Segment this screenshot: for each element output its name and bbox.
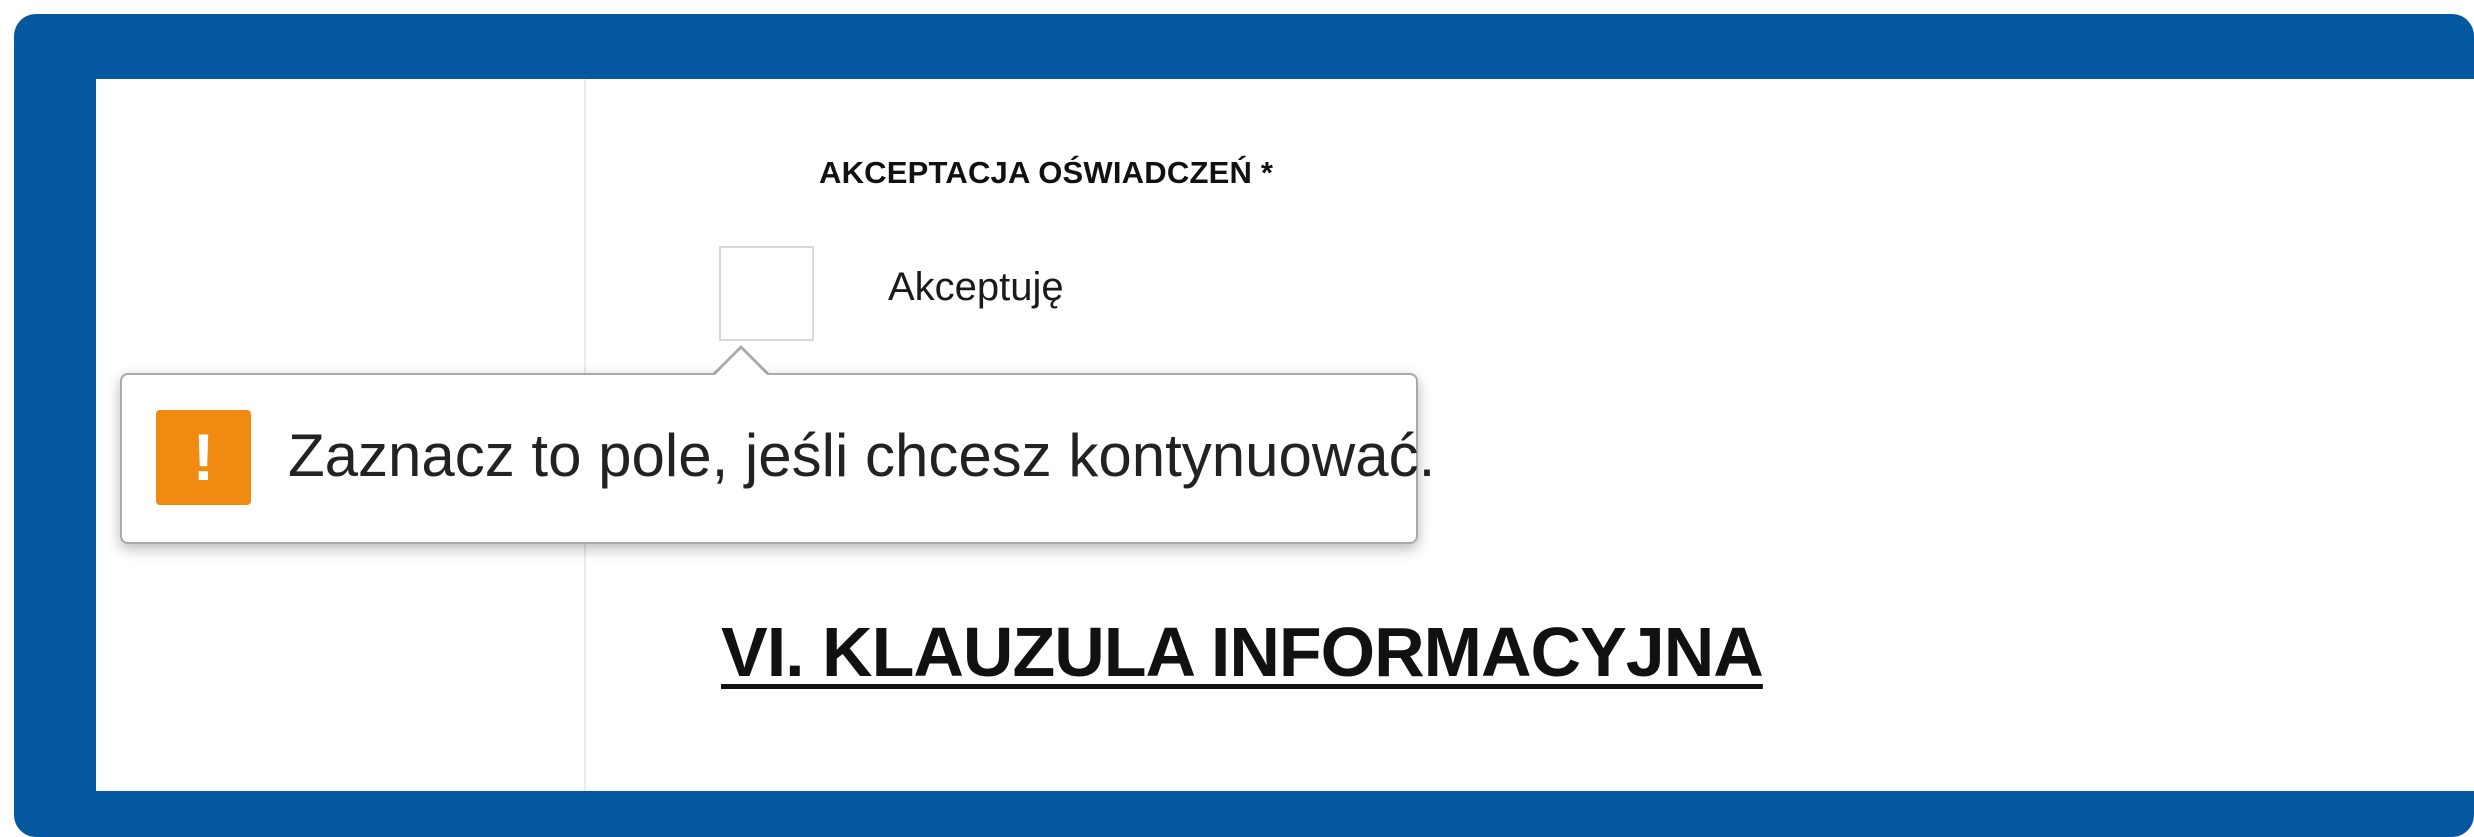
tooltip-arrow-fill [714,349,768,376]
accept-checkbox-label[interactable]: Akceptuję [888,265,1064,310]
statements-acceptance-label: AKCEPTACJA OŚWIADCZEŃ * [819,155,1274,190]
form-content: AKCEPTACJA OŚWIADCZEŃ * Akceptuję ! Zazn… [96,79,2474,791]
warning-exclamation-icon: ! [156,410,251,505]
section-heading: VI. KLAUZULA INFORMACYJNA [721,613,1764,691]
validation-tooltip: ! Zaznacz to pole, jeśli chcesz kontynuo… [120,373,1435,544]
validation-message: Zaznacz to pole, jeśli chcesz kontynuowa… [288,422,1436,489]
accept-checkbox[interactable] [719,246,814,341]
